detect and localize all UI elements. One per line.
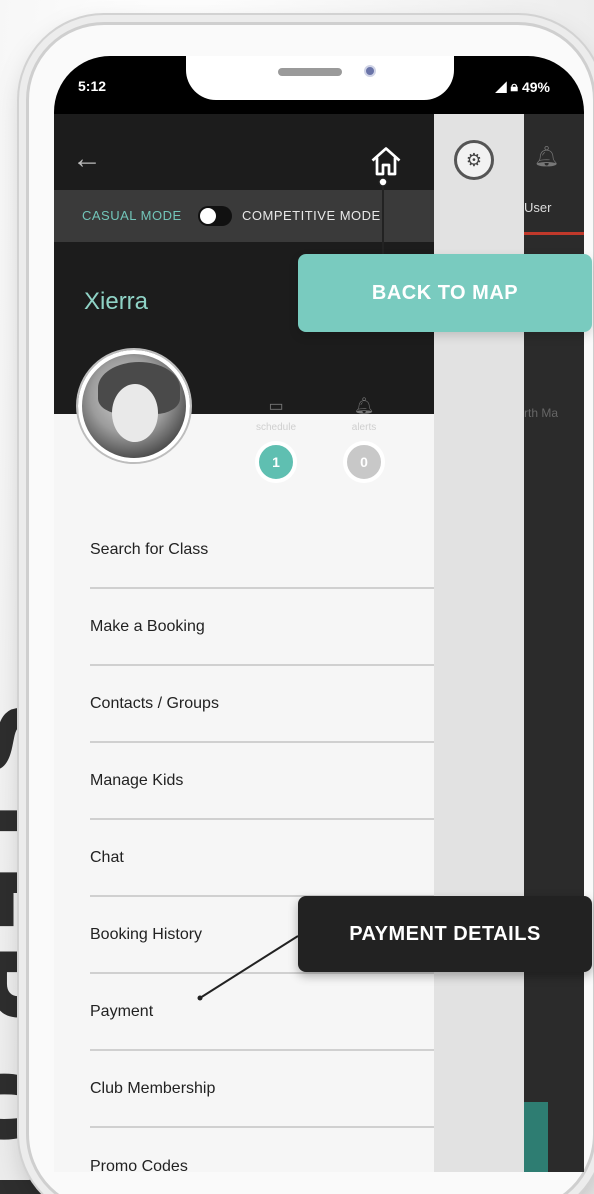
menu-item-label: Search for Class: [90, 540, 209, 558]
payment-details-callout: PAYMENT DETAILS: [298, 896, 592, 972]
bell-icon: 🔔︎: [534, 146, 560, 168]
menu-item-make-booking[interactable]: Make a Booking: [90, 589, 434, 666]
map-action-button[interactable]: [524, 1102, 548, 1172]
map-user-tab[interactable]: User: [524, 200, 551, 215]
menu-item-label: Promo Codes: [90, 1157, 188, 1173]
schedule-stat[interactable]: ▭ schedule 1: [236, 396, 316, 483]
menu-item-manage-kids[interactable]: Manage Kids: [90, 743, 434, 820]
avatar-face: [112, 384, 158, 442]
toggle-knob: [200, 208, 216, 224]
avatar[interactable]: [78, 350, 190, 462]
menu-item-club-membership[interactable]: Club Membership: [90, 1051, 434, 1128]
home-icon[interactable]: [368, 144, 404, 180]
alerts-label: alerts: [351, 422, 377, 433]
status-icons: ◢ 🔒︎ 49%: [496, 78, 550, 95]
menu-item-label: Booking History: [90, 925, 203, 943]
casual-mode-label[interactable]: CASUAL MODE: [82, 208, 182, 223]
menu-item-payment[interactable]: Payment: [90, 974, 434, 1051]
menu-item-label: Contacts / Groups: [90, 694, 219, 712]
status-bar: 5:12 ◢ 🔒︎ 49%: [54, 56, 584, 114]
competitive-mode-label[interactable]: COMPETITIVE MODE: [242, 208, 381, 223]
settings-button[interactable]: ⚙: [454, 140, 494, 180]
back-to-map-callout: BACK TO MAP: [298, 254, 592, 332]
menu-item-label: Club Membership: [90, 1079, 216, 1097]
menu-item-label: Payment: [90, 1002, 154, 1020]
alerts-stat[interactable]: 🔔︎ alerts 0: [324, 396, 404, 483]
mode-switcher: CASUAL MODE COMPETITIVE MODE: [54, 190, 434, 242]
tab-underline: [524, 232, 584, 235]
schedule-label: schedule: [255, 422, 297, 433]
drawer-menu: Search for Class Make a Booking Contacts…: [54, 414, 434, 1172]
menu-item-label: Chat: [90, 848, 124, 866]
map-label: rth Ma: [524, 406, 559, 420]
phone-screen: 5:12 ◢ 🔒︎ 49% 🔔︎ User rth Ma ⚙ ← CASUAL …: [54, 56, 584, 1172]
menu-item-chat[interactable]: Chat: [90, 820, 434, 897]
notch: [186, 56, 454, 100]
lock-icon: 🔒︎: [510, 78, 518, 94]
menu-item-promo-codes[interactable]: Promo Codes: [90, 1128, 434, 1173]
front-camera: [364, 65, 376, 77]
calendar-icon: ▭: [268, 398, 284, 415]
alerts-count-badge: 0: [343, 441, 385, 483]
mode-toggle[interactable]: [198, 206, 232, 226]
menu-item-search-class[interactable]: Search for Class: [90, 512, 434, 589]
signal-icon: ◢: [495, 78, 507, 94]
schedule-count-badge: 1: [255, 441, 297, 483]
menu-item-label: Manage Kids: [90, 771, 184, 789]
arrow-left-icon[interactable]: ←: [72, 144, 102, 174]
gear-icon: ⚙: [465, 149, 483, 170]
status-time: 5:12: [78, 78, 107, 94]
menu-item-contacts-groups[interactable]: Contacts / Groups: [90, 666, 434, 743]
user-name: Xierra: [84, 288, 149, 315]
battery-percent: 49%: [521, 78, 550, 95]
bell-icon: 🔔︎: [353, 398, 375, 415]
menu-item-label: Make a Booking: [90, 617, 205, 635]
speaker-grille: [278, 68, 342, 76]
